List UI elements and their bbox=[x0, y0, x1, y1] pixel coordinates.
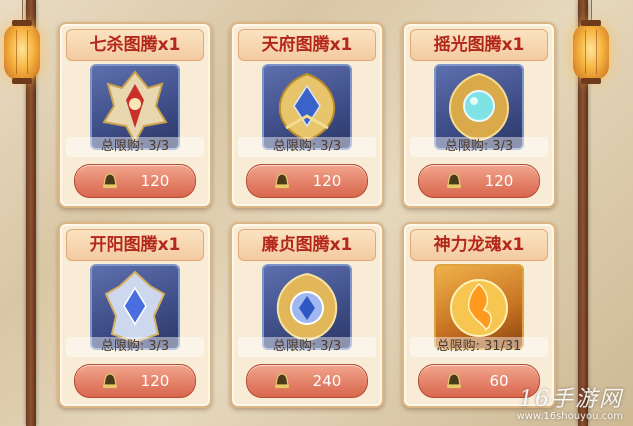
buy-button[interactable]: 120 bbox=[74, 364, 196, 398]
item-price: 120 bbox=[484, 172, 514, 190]
purchase-limit: 总限购: 3/3 bbox=[66, 137, 204, 157]
bell-coin-icon bbox=[275, 173, 289, 188]
item-price: 120 bbox=[140, 372, 170, 390]
shop-item-card[interactable]: 开阳图腾x1 总限购: 3/3 120 bbox=[58, 222, 212, 408]
purchase-limit: 总限购: 3/3 bbox=[66, 337, 204, 357]
site-watermark: 16手游网 www.16shouyou.com bbox=[517, 381, 623, 422]
watermark-url: www.16shouyou.com bbox=[516, 411, 623, 422]
item-price: 120 bbox=[312, 172, 342, 190]
shop-item-card[interactable]: 天府图腾x1 总限购: 3/3 120 bbox=[230, 22, 384, 208]
buy-button[interactable]: 120 bbox=[246, 164, 368, 198]
buy-button[interactable]: 120 bbox=[74, 164, 196, 198]
item-title: 廉贞图腾x1 bbox=[238, 229, 376, 261]
item-title: 神力龙魂x1 bbox=[410, 229, 548, 261]
shop-item-card[interactable]: 摇光图腾x1 总限购: 3/3 120 bbox=[402, 22, 556, 208]
watermark-brand: 16手游网 bbox=[519, 387, 623, 412]
item-price: 240 bbox=[312, 372, 342, 390]
lantern-icon bbox=[573, 20, 609, 84]
bell-coin-icon bbox=[103, 373, 117, 388]
item-title: 天府图腾x1 bbox=[238, 29, 376, 61]
item-title: 七杀图腾x1 bbox=[66, 29, 204, 61]
purchase-limit: 总限购: 3/3 bbox=[238, 137, 376, 157]
bell-coin-icon bbox=[103, 173, 117, 188]
purchase-limit: 总限购: 31/31 bbox=[410, 337, 548, 357]
purchase-limit: 总限购: 3/3 bbox=[410, 137, 548, 157]
bell-coin-icon bbox=[275, 373, 289, 388]
bell-coin-icon bbox=[447, 373, 461, 388]
item-title: 摇光图腾x1 bbox=[410, 29, 548, 61]
lantern-icon bbox=[4, 20, 40, 84]
buy-button[interactable]: 240 bbox=[246, 364, 368, 398]
item-price: 120 bbox=[140, 172, 170, 190]
item-title: 开阳图腾x1 bbox=[66, 229, 204, 261]
shop-item-grid: 七杀图腾x1 总限购: 3/3 120 天府图腾x1 总限购: 3/3 120 … bbox=[58, 22, 556, 417]
shop-item-card[interactable]: 七杀图腾x1 总限购: 3/3 120 bbox=[58, 22, 212, 208]
shop-item-card[interactable]: 廉贞图腾x1 总限购: 3/3 240 bbox=[230, 222, 384, 408]
purchase-limit: 总限购: 3/3 bbox=[238, 337, 376, 357]
buy-button[interactable]: 120 bbox=[418, 164, 540, 198]
bell-coin-icon bbox=[447, 173, 461, 188]
